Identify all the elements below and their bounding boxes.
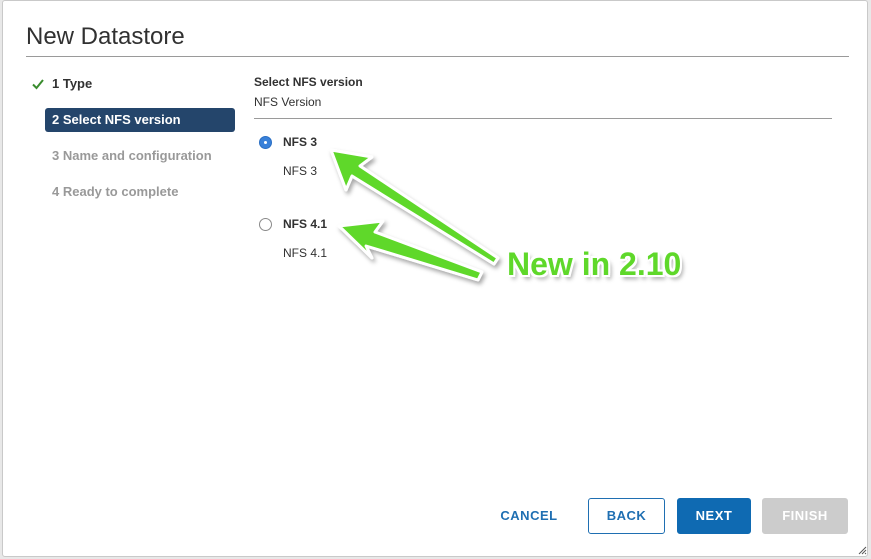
step-ready-to-complete: 4 Ready to complete: [45, 180, 235, 204]
radio-button-nfs41[interactable]: [259, 218, 272, 231]
annotation-label: New in 2.10: [507, 246, 682, 282]
finish-button: FINISH: [762, 498, 848, 534]
cancel-button[interactable]: CANCEL: [490, 498, 568, 534]
radio-description-nfs3: NFS 3: [283, 164, 318, 178]
radio-button-nfs3[interactable]: [259, 136, 272, 149]
wizard-steps: 1 Type 2 Select NFS version 3 Name and c…: [32, 72, 235, 216]
dialog-title: New Datastore: [26, 23, 185, 50]
step-label: 1 Type: [52, 76, 93, 91]
section-subtitle: NFS Version: [254, 95, 322, 109]
section-title: Select NFS version: [254, 75, 363, 89]
radio-label-nfs41: NFS 4.1: [283, 217, 328, 231]
title-divider: [26, 56, 849, 57]
back-button[interactable]: BACK: [588, 498, 665, 534]
step-select-nfs-version[interactable]: 2 Select NFS version: [45, 108, 235, 132]
step-label: 2 Select NFS version: [52, 112, 181, 127]
step-name-and-configuration: 3 Name and configuration: [45, 144, 235, 168]
radio-description-nfs41: NFS 4.1: [283, 246, 328, 260]
resize-grip-icon[interactable]: [858, 546, 867, 555]
step-type[interactable]: 1 Type: [32, 72, 235, 96]
radio-label-nfs3: NFS 3: [283, 135, 318, 149]
content-pane: Select NFS version NFS Version NFS 3 NFS…: [254, 72, 832, 260]
content-divider: [254, 118, 832, 119]
check-icon: [32, 79, 44, 90]
step-label: 4 Ready to complete: [52, 184, 179, 199]
next-button[interactable]: NEXT: [677, 498, 751, 534]
step-label: 3 Name and configuration: [52, 148, 212, 163]
